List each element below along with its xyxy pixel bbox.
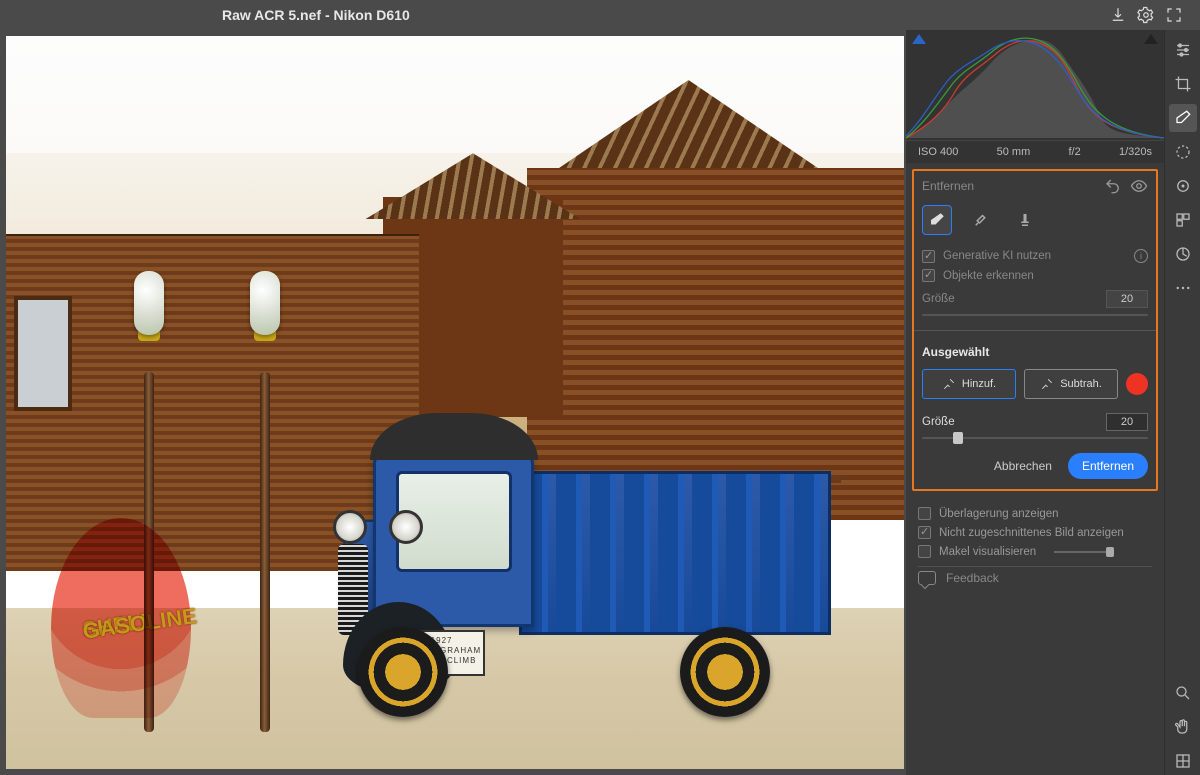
selected-heading: Ausgewählt bbox=[922, 345, 1148, 359]
size-label: Größe bbox=[922, 293, 955, 305]
histogram[interactable] bbox=[906, 30, 1164, 140]
image-preview[interactable]: SHELLGASOLINE 1927 DODGE·GRAHAM DO NOT C… bbox=[6, 36, 904, 769]
healing-icon[interactable] bbox=[1169, 104, 1197, 132]
exif-iso: ISO 400 bbox=[918, 146, 958, 158]
info-icon[interactable]: i bbox=[1134, 249, 1148, 263]
visualize-spots-checkbox[interactable]: Makel visualisieren bbox=[918, 545, 1152, 558]
show-overlay-checkbox[interactable]: Überlagerung anzeigen bbox=[918, 507, 1152, 520]
eraser-tool-button[interactable] bbox=[922, 205, 952, 235]
subtract-brush-button[interactable]: Subtrah. bbox=[1024, 369, 1118, 399]
crop-icon[interactable] bbox=[1169, 70, 1197, 98]
truck: 1927 DODGE·GRAHAM DO NOT CLIMB ON bbox=[338, 315, 841, 725]
hand-icon[interactable] bbox=[1169, 713, 1197, 741]
undo-icon[interactable] bbox=[1104, 177, 1122, 195]
size-value-disabled: 20 bbox=[1106, 290, 1148, 308]
size-label-2: Größe bbox=[922, 416, 955, 428]
exif-aperture: f/2 bbox=[1068, 146, 1080, 158]
zoom-icon[interactable] bbox=[1169, 679, 1197, 707]
titlebar: Raw ACR 5.nef - Nikon D610 bbox=[0, 0, 1200, 30]
view-options: Überlagerung anzeigen Nicht zugeschnitte… bbox=[906, 497, 1164, 599]
size-input[interactable]: 20 bbox=[1106, 413, 1148, 431]
cancel-button[interactable]: Abbrechen bbox=[994, 459, 1052, 473]
remove-tool-switch bbox=[922, 205, 1148, 235]
overlay-color-swatch[interactable] bbox=[1126, 373, 1148, 395]
snapshots-icon[interactable] bbox=[1169, 240, 1197, 268]
clone-tool-button[interactable] bbox=[1010, 205, 1040, 235]
eye-icon[interactable] bbox=[1130, 177, 1148, 195]
mask-icon[interactable] bbox=[1169, 138, 1197, 166]
edit-sliders-icon[interactable] bbox=[1169, 36, 1197, 64]
presets-icon[interactable] bbox=[1169, 206, 1197, 234]
grid-toggle-icon[interactable] bbox=[1169, 747, 1197, 775]
exif-row: ISO 400 50 mm f/2 1/320s bbox=[906, 140, 1164, 163]
size-slider[interactable] bbox=[922, 437, 1148, 439]
download-icon[interactable] bbox=[1104, 1, 1132, 29]
heal-tool-button[interactable] bbox=[966, 205, 996, 235]
remove-panel: Entfernen Generative KI nutzen i Objekte… bbox=[912, 169, 1158, 491]
show-uncropped-checkbox[interactable]: Nicht zugeschnittenes Bild anzeigen bbox=[918, 526, 1152, 539]
apply-button[interactable]: Entfernen bbox=[1068, 453, 1148, 479]
more-icon[interactable] bbox=[1169, 274, 1197, 302]
tool-strip bbox=[1164, 30, 1200, 775]
visualize-slider[interactable] bbox=[1054, 551, 1114, 553]
exif-focal: 50 mm bbox=[997, 146, 1031, 158]
size-slider-disabled bbox=[922, 314, 1148, 316]
document-title: Raw ACR 5.nef - Nikon D610 bbox=[222, 7, 410, 23]
exif-shutter: 1/320s bbox=[1119, 146, 1152, 158]
redeye-icon[interactable] bbox=[1169, 172, 1197, 200]
panel-title: Entfernen bbox=[922, 179, 974, 193]
canvas-area: SHELLGASOLINE 1927 DODGE·GRAHAM DO NOT C… bbox=[0, 30, 906, 775]
use-ai-checkbox[interactable]: Generative KI nutzen i bbox=[922, 249, 1148, 263]
add-brush-button[interactable]: Hinzuf. bbox=[922, 369, 1016, 399]
gas-pump bbox=[248, 271, 282, 733]
right-sidebar: ISO 400 50 mm f/2 1/320s Entfernen Gener… bbox=[906, 30, 1164, 775]
fullscreen-icon[interactable] bbox=[1160, 1, 1188, 29]
chat-icon bbox=[918, 571, 936, 585]
gear-icon[interactable] bbox=[1132, 1, 1160, 29]
feedback-button[interactable]: Feedback bbox=[918, 566, 1152, 589]
detect-objects-checkbox[interactable]: Objekte erkennen bbox=[922, 269, 1148, 282]
